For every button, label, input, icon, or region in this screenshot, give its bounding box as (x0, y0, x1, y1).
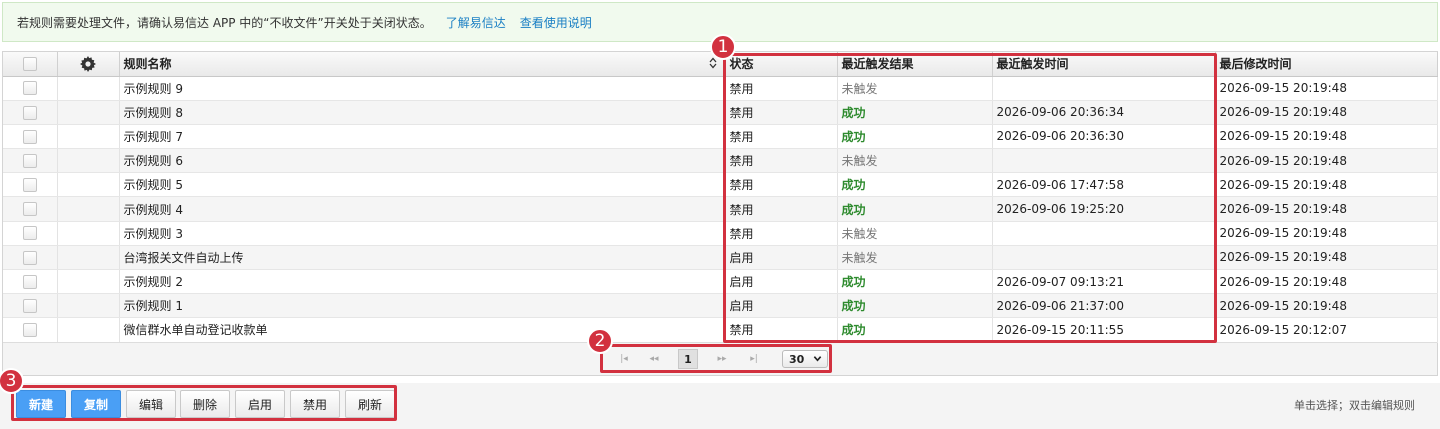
modified-time-cell: 2026-09-15 20:19:48 (1215, 76, 1438, 101)
row-checkbox[interactable] (22, 299, 37, 314)
row-checkbox[interactable] (22, 81, 37, 96)
row-blank-cell (57, 124, 120, 150)
usage-guide-link[interactable]: 查看使用说明 (520, 14, 592, 31)
row-checkbox-cell[interactable] (3, 100, 58, 125)
rule-name-cell: 示例规则 5 (119, 172, 726, 198)
modified-time-cell: 2026-09-15 20:19:48 (1215, 221, 1438, 246)
row-blank-cell (57, 317, 120, 343)
row-blank-cell (57, 221, 120, 246)
modified-time-cell: 2026-09-15 20:19:48 (1215, 124, 1438, 150)
row-checkbox[interactable] (22, 202, 37, 217)
gear-icon[interactable] (80, 55, 96, 72)
table-row[interactable]: 示例规则 9 禁用 未触发 2026-09-15 20:19:48 (3, 76, 1438, 101)
row-checkbox-cell[interactable] (3, 148, 58, 174)
selection-hint: 单击选择；双击编辑规则 (1294, 399, 1415, 412)
row-checkbox[interactable] (22, 274, 37, 289)
row-checkbox-cell[interactable] (3, 172, 58, 198)
row-blank-cell (57, 293, 120, 319)
sort-icon[interactable] (709, 57, 717, 69)
row-checkbox-cell[interactable] (3, 269, 58, 295)
rules-grid: 规则名称 状态 最近触发结果 最近触发时间 最后修改时间 示例规则 9 禁用 未触发… (2, 51, 1438, 376)
notice-message: 若规则需要处理文件，请确认易信达 APP 中的“不收文件”开关处于关闭状态。 (17, 15, 432, 30)
table-row[interactable]: 示例规则 4 禁用 成功 2026-09-06 19:25:20 2026-09-15 … (3, 196, 1438, 222)
row-checkbox-cell[interactable] (3, 76, 58, 101)
annotation-box-pagination (600, 344, 832, 373)
table-row[interactable]: 示例规则 7 禁用 成功 2026-09-06 20:36:30 2026-09-15 … (3, 124, 1438, 150)
table-row[interactable]: 台湾报关文件自动上传 启用 未触发 2026-09-15 20:19:48 (3, 245, 1438, 271)
rule-name-cell: 示例规则 2 (119, 269, 726, 295)
row-checkbox[interactable] (22, 153, 37, 168)
table-row[interactable]: 示例规则 5 禁用 成功 2026-09-06 17:47:58 2026-09-15 … (3, 172, 1438, 198)
modified-time-cell: 2026-09-15 20:19:48 (1215, 196, 1438, 222)
row-checkbox[interactable] (22, 105, 37, 120)
row-checkbox[interactable] (22, 129, 37, 144)
learn-more-link[interactable]: 了解易信达 (446, 14, 506, 31)
modified-time-cell: 2026-09-15 20:19:48 (1215, 172, 1438, 198)
annotation-box-toolbar (11, 385, 397, 421)
row-checkbox[interactable] (22, 323, 37, 338)
row-blank-cell (57, 196, 120, 222)
rule-name-cell: 微信群水单自动登记收款单 (119, 317, 726, 343)
rules-table: 规则名称 状态 最近触发结果 最近触发时间 最后修改时间 示例规则 9 禁用 未触发… (3, 52, 1438, 343)
column-header-name[interactable]: 规则名称 (119, 52, 726, 77)
modified-time-cell: 2026-09-15 20:19:48 (1215, 269, 1438, 295)
annotation-badge-2: 2 (587, 328, 613, 354)
modified-time-cell: 2026-09-15 20:19:48 (1215, 293, 1438, 319)
modified-time-cell: 2026-09-15 20:19:48 (1215, 245, 1438, 271)
rule-name-cell: 示例规则 4 (119, 196, 726, 222)
modified-time-cell: 2026-09-15 20:19:48 (1215, 148, 1438, 174)
row-checkbox-cell[interactable] (3, 124, 58, 150)
row-blank-cell (57, 172, 120, 198)
row-blank-cell (57, 100, 120, 125)
annotation-badge-1: 1 (710, 34, 736, 60)
row-blank-cell (57, 245, 120, 271)
table-row[interactable]: 示例规则 1 启用 成功 2026-09-06 21:37:00 2026-09-15 … (3, 293, 1438, 319)
rule-name-cell: 示例规则 8 (119, 100, 726, 125)
table-row[interactable]: 示例规则 2 启用 成功 2026-09-07 09:13:21 2026-09-15 … (3, 269, 1438, 295)
row-checkbox[interactable] (22, 178, 37, 193)
rule-name-cell: 示例规则 6 (119, 148, 726, 174)
select-all-checkbox[interactable] (22, 57, 37, 71)
table-row[interactable]: 微信群水单自动登记收款单 禁用 成功 2026-09-15 20:11:55 2026-… (3, 317, 1438, 343)
row-checkbox[interactable] (22, 226, 37, 241)
row-checkbox-cell[interactable] (3, 221, 58, 246)
modified-time-cell: 2026-09-15 20:19:48 (1215, 100, 1438, 125)
table-row[interactable]: 示例规则 6 禁用 未触发 2026-09-15 20:19:48 (3, 148, 1438, 174)
modified-time-cell: 2026-09-15 20:12:07 (1215, 317, 1438, 343)
row-checkbox-cell[interactable] (3, 196, 58, 222)
row-checkbox[interactable] (22, 250, 37, 265)
column-header-modified-time[interactable]: 最后修改时间 (1215, 52, 1438, 77)
row-checkbox-cell[interactable] (3, 317, 58, 343)
row-blank-cell (57, 148, 120, 174)
annotation-box-status-columns (723, 53, 1217, 343)
table-row[interactable]: 示例规则 8 禁用 成功 2026-09-06 20:36:34 2026-09-15 … (3, 100, 1438, 125)
row-blank-cell (57, 76, 120, 101)
select-all-header[interactable] (3, 52, 58, 77)
rule-name-cell: 台湾报关文件自动上传 (119, 245, 726, 271)
rule-name-cell: 示例规则 3 (119, 221, 726, 246)
row-blank-cell (57, 269, 120, 295)
row-checkbox-cell[interactable] (3, 245, 58, 271)
rule-name-cell: 示例规则 9 (119, 76, 726, 101)
row-checkbox-cell[interactable] (3, 293, 58, 319)
rule-name-cell: 示例规则 7 (119, 124, 726, 150)
rule-name-cell: 示例规则 1 (119, 293, 726, 319)
column-settings-header[interactable] (57, 52, 120, 77)
table-row[interactable]: 示例规则 3 禁用 未触发 2026-09-15 20:19:48 (3, 221, 1438, 246)
